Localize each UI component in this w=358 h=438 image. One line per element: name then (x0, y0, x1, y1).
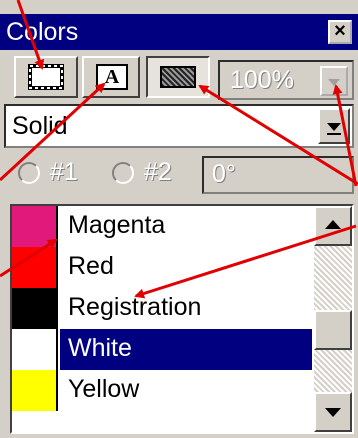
color-list-item-magenta[interactable]: Magenta (12, 206, 312, 247)
style-dropdown-button[interactable] (318, 108, 350, 144)
colors-palette: Colors × A 100% Solid #1 #2 0° Magenta R… (0, 0, 358, 438)
shade-value: 100% (230, 66, 294, 94)
palette-title: Colors (6, 18, 79, 46)
text-color-button[interactable]: A (82, 56, 140, 98)
frame-color-button[interactable] (14, 56, 78, 98)
color-name: Yellow (68, 375, 140, 403)
chevron-down-icon (327, 123, 341, 135)
color-name: Registration (68, 293, 202, 321)
chevron-down-icon (328, 79, 340, 86)
color-list-scrollbar[interactable] (314, 206, 352, 432)
frame-icon (28, 64, 64, 90)
blend-style-value: Solid (12, 112, 68, 140)
color-name: Red (68, 252, 114, 280)
scroll-thumb[interactable] (314, 310, 352, 350)
blend-angle-field[interactable]: 0° (202, 156, 354, 194)
shade-field[interactable]: 100% (218, 60, 354, 100)
color-name: White (68, 334, 132, 362)
color2-radio[interactable] (112, 162, 134, 184)
color-swatch (12, 288, 58, 329)
color1-radio[interactable] (18, 162, 40, 184)
color-list-item-red[interactable]: Red (12, 247, 312, 288)
color1-radio-label: #1 (50, 158, 78, 186)
shade-dropdown-button[interactable] (320, 66, 348, 96)
color-name: Magenta (68, 211, 166, 239)
blend-options-row: #1 #2 0° (0, 152, 358, 196)
blend-style-dropdown[interactable]: Solid (4, 104, 354, 148)
background-icon (160, 66, 196, 88)
text-a-icon: A (96, 64, 128, 90)
color-list-item-yellow[interactable]: Yellow (12, 370, 312, 411)
color-swatch (12, 247, 58, 288)
color-list[interactable]: Magenta Red Registration White Yellow (10, 204, 354, 434)
color-swatch (12, 329, 58, 370)
scroll-down-button[interactable] (314, 392, 352, 432)
scroll-up-button[interactable] (314, 206, 352, 246)
palette-titlebar[interactable]: Colors × (0, 14, 358, 50)
color-swatch (12, 370, 58, 411)
color-list-item-registration[interactable]: Registration (12, 288, 312, 329)
color-list-item-white[interactable]: White (12, 329, 312, 370)
blend-angle-value: 0° (212, 160, 236, 188)
close-button[interactable]: × (328, 20, 352, 44)
background-color-button[interactable] (146, 56, 210, 98)
color-swatch (12, 206, 58, 247)
arrow-down-icon (325, 408, 341, 417)
color2-radio-label: #2 (144, 158, 172, 186)
arrow-up-icon (325, 220, 341, 229)
